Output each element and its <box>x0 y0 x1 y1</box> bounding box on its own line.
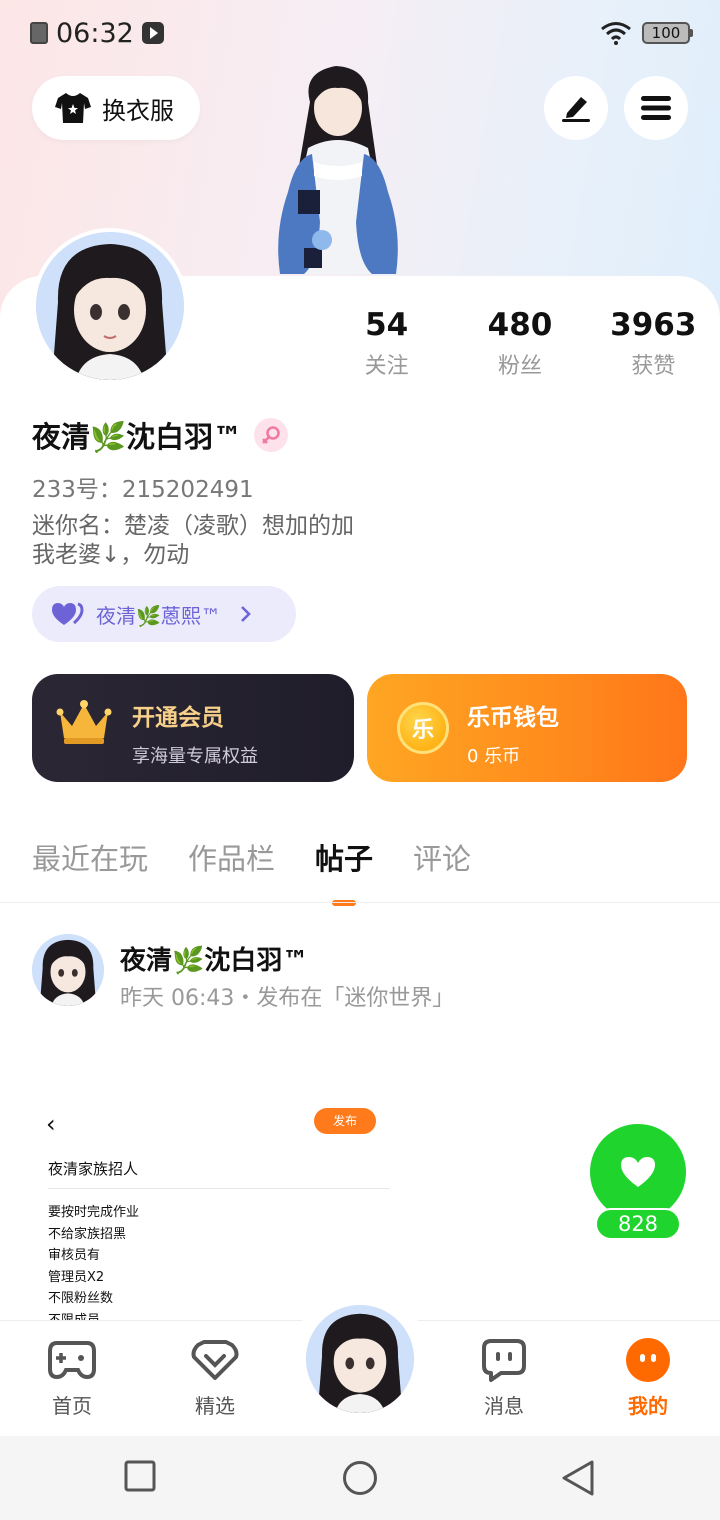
nav-featured[interactable]: 精选 <box>170 1336 260 1419</box>
stat-followers[interactable]: 480 粉丝 <box>453 306 586 380</box>
menu-button[interactable] <box>624 76 688 140</box>
heart-icon <box>621 1157 655 1187</box>
partner-link[interactable]: 夜清🌿蒽熙™ <box>32 586 296 642</box>
pen-icon <box>562 97 590 122</box>
publish-button-image: 发布 <box>314 1108 376 1134</box>
nav-me[interactable]: 我的 <box>603 1336 693 1419</box>
shirt-icon <box>55 93 91 123</box>
vip-subtitle: 享海量专属权益 <box>132 746 258 767</box>
tab-comments[interactable]: 评论 <box>413 836 471 878</box>
change-outfit-button[interactable]: 换衣服 <box>32 76 200 140</box>
heart-diamond-icon <box>191 1340 239 1380</box>
recent-apps-icon[interactable] <box>124 1460 156 1492</box>
character-avatar-figure <box>278 66 398 274</box>
vip-membership-card[interactable]: 开通会员 享海量专属权益 <box>32 674 354 782</box>
coin-wallet-card[interactable]: 乐 乐币钱包 0 乐币 <box>367 674 687 782</box>
center-avatar-image <box>306 1305 414 1413</box>
center-avatar-button[interactable] <box>303 1302 417 1416</box>
chat-icon <box>482 1339 526 1382</box>
likes-received-count: 3963 <box>610 307 697 343</box>
tab-posts[interactable]: 帖子 <box>315 836 373 906</box>
followers-count: 480 <box>487 307 553 343</box>
nav-featured-label: 精选 <box>195 1394 235 1418</box>
image-line: 要按时完成作业 <box>48 1205 140 1220</box>
like-count: 828 <box>595 1208 681 1240</box>
menu-icon <box>641 96 671 120</box>
nav-home-label: 首页 <box>52 1394 92 1418</box>
bio-line-2: 我老婆↓，勿动 <box>32 542 190 568</box>
nav-home[interactable]: 首页 <box>27 1336 117 1419</box>
coin-icon: 乐 <box>397 702 449 754</box>
profile-name: 夜清🌿沈白羽™ <box>32 420 243 454</box>
followers-label: 粉丝 <box>497 354 542 379</box>
nav-messages[interactable]: 消息 <box>459 1336 549 1419</box>
image-line: 不限粉丝数 <box>48 1291 114 1306</box>
like-button[interactable] <box>590 1124 686 1220</box>
partner-name: 夜清🌿蒽熙™ <box>96 603 221 628</box>
couple-heart-icon <box>52 602 84 625</box>
wifi-icon <box>601 22 631 45</box>
profile-name-row: 夜清🌿沈白羽™ <box>32 414 289 456</box>
home-circle-icon[interactable] <box>342 1460 378 1496</box>
nav-me-label: 我的 <box>628 1394 668 1418</box>
profile-tabs: 最近在玩 作品栏 帖子 评论 <box>32 836 471 906</box>
nav-messages-label: 消息 <box>484 1394 524 1418</box>
image-line: 管理员X2 <box>48 1269 105 1285</box>
battery-indicator: 100 <box>642 22 693 44</box>
author-face-image <box>32 934 104 1006</box>
post-image[interactable]: ‹ 发布 夜清家族招人 要按时完成作业 不给家族招黑 审核员有 管理员X2 不限… <box>30 1080 400 1320</box>
post-author-avatar[interactable] <box>32 934 104 1006</box>
wallet-balance: 0 乐币 <box>467 746 521 767</box>
image-line: 不限成员 <box>48 1312 101 1321</box>
back-triangle-icon[interactable] <box>560 1460 596 1496</box>
crown-icon <box>56 700 112 744</box>
user-id: 233号：215202491 <box>32 477 254 503</box>
image-divider <box>48 1188 390 1189</box>
change-outfit-label: 换衣服 <box>102 96 174 125</box>
stat-following[interactable]: 54 关注 <box>320 306 453 380</box>
back-arrow-icon: ‹ <box>46 1110 56 1138</box>
profile-stats: 54 关注 480 粉丝 3963 获赞 <box>320 306 720 380</box>
gamepad-icon <box>48 1341 96 1380</box>
following-label: 关注 <box>364 354 409 379</box>
bio-line-1: 迷你名：楚凌（凌歌）想加的加 <box>32 513 354 539</box>
post-author-name[interactable]: 夜清🌿沈白羽™ <box>120 940 308 977</box>
image-line: 不给家族招黑 <box>48 1226 127 1242</box>
image-line: 审核员有 <box>48 1248 101 1263</box>
image-post-title: 夜清家族招人 <box>48 1160 139 1178</box>
wallet-title: 乐币钱包 <box>467 705 559 731</box>
media-play-icon <box>141 22 164 44</box>
chevron-right-icon <box>240 606 251 622</box>
tab-works[interactable]: 作品栏 <box>188 836 275 878</box>
notification-icon <box>30 22 48 44</box>
female-icon <box>254 418 289 452</box>
image-post-body: 要按时完成作业 不给家族招黑 审核员有 管理员X2 不限粉丝数 不限成员 <box>48 1202 139 1320</box>
likes-received-label: 获赞 <box>631 354 676 379</box>
tab-recently-played[interactable]: 最近在玩 <box>32 836 148 878</box>
edit-profile-button[interactable] <box>544 76 608 140</box>
status-time: 06:32 <box>56 17 134 49</box>
profile-dots-icon <box>626 1338 670 1382</box>
tabs-divider <box>0 902 720 903</box>
post-meta: 昨天 06:43・发布在「迷你世界」 <box>120 986 455 1011</box>
profile-bio: 迷你名：楚凌（凌歌）想加的加 我老婆↓，勿动 <box>32 512 452 570</box>
vip-title: 开通会员 <box>132 705 224 731</box>
profile-screen: 06:32 100 换衣服 54 关注 480 粉丝 3963 获赞 夜清🌿沈白… <box>0 0 720 1520</box>
status-bar: 06:32 100 <box>0 0 720 66</box>
stat-likes[interactable]: 3963 获赞 <box>587 306 720 380</box>
profile-avatar[interactable] <box>32 228 188 384</box>
following-count: 54 <box>365 307 409 343</box>
avatar-face-image <box>36 232 184 380</box>
